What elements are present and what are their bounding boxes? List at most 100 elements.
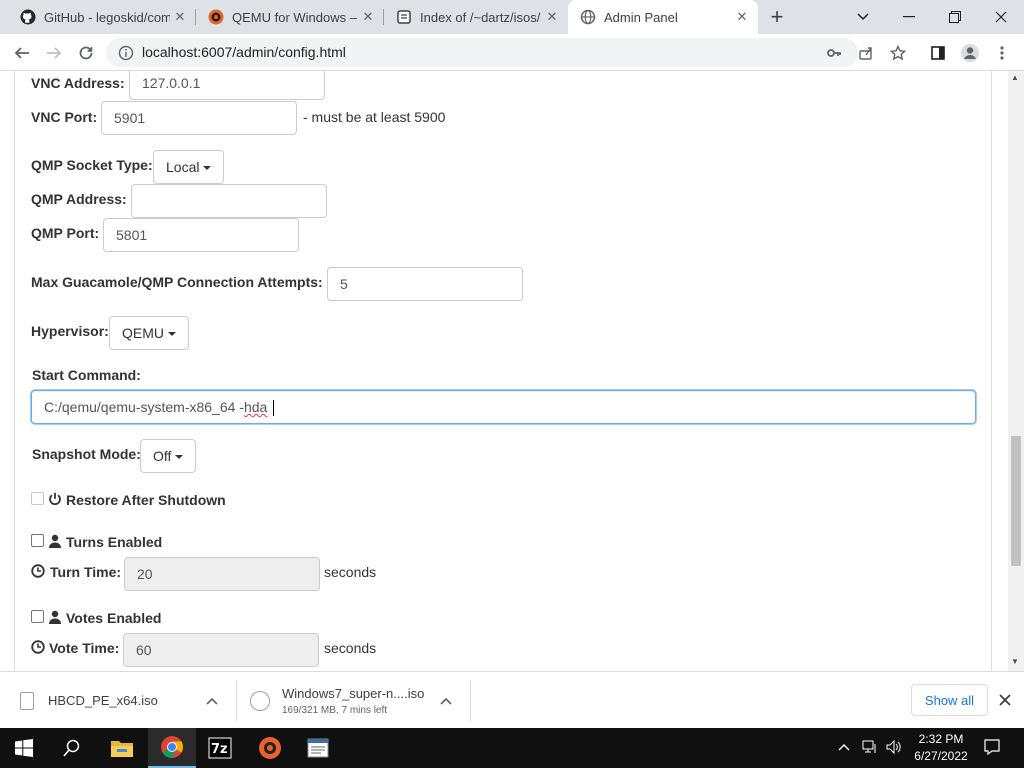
text-cursor [273, 400, 275, 417]
download-filename: Windows7_super-n....iso [282, 685, 425, 701]
vnc-address-input[interactable]: 127.0.0.1 [129, 71, 325, 100]
site-info-icon[interactable] [118, 45, 134, 66]
tab-search-icon[interactable] [840, 0, 886, 34]
download-filename: HBCD_PE_x64.iso [48, 693, 158, 708]
windows-logo-icon [15, 739, 33, 757]
qmp-address-label: QMP Address: [31, 191, 127, 207]
new-tab-button[interactable]: + [764, 4, 790, 29]
tab-title: GitHub - legoskid/com [44, 9, 170, 25]
votes-enabled-checkbox[interactable] [31, 610, 44, 623]
reload-icon[interactable] [72, 39, 100, 67]
profile-avatar-icon[interactable] [956, 39, 984, 67]
app-window-icon[interactable] [294, 728, 342, 768]
qmp-port-input[interactable]: 5801 [103, 218, 299, 252]
close-tab-icon[interactable]: ✕ [358, 7, 378, 27]
clock-icon [31, 564, 45, 578]
turns-enabled-checkbox[interactable] [31, 534, 44, 547]
turns-enabled-label: Turns Enabled [66, 534, 163, 550]
search-icon[interactable] [48, 728, 96, 768]
key-icon[interactable] [820, 39, 848, 67]
dropdown-value: Local [166, 159, 200, 175]
turn-time-input[interactable]: 20 [124, 557, 320, 591]
clock-time: 2:32 PM [918, 732, 964, 746]
minimize-button[interactable] [886, 0, 932, 34]
max-connection-attempts-input[interactable]: 5 [327, 267, 523, 301]
snapshot-mode-label: Snapshot Mode: [32, 446, 141, 462]
tab-admin-panel[interactable]: Admin Panel ✕ [568, 0, 758, 34]
windows-taskbar: 7z 2:32 PM 6/27/2022 [0, 728, 1024, 768]
hypervisor-dropdown[interactable]: QEMU [109, 316, 189, 350]
close-tab-icon[interactable]: ✕ [732, 7, 752, 27]
download-item[interactable]: HBCD_PE_x64.iso [20, 672, 158, 729]
address-bar[interactable]: localhost:6007/admin/config.html [106, 38, 858, 67]
show-all-downloads-button[interactable]: Show all [911, 684, 988, 716]
close-tab-icon[interactable]: ✕ [170, 7, 190, 27]
forward-icon[interactable] [40, 39, 68, 67]
tab-title: QEMU for Windows – I [232, 9, 358, 25]
restore-after-shutdown-checkbox[interactable] [31, 492, 44, 505]
start-button[interactable] [0, 728, 48, 768]
vote-time-input[interactable]: 60 [123, 633, 319, 667]
caret-down-icon [175, 455, 184, 460]
more-menu-icon[interactable] [988, 39, 1016, 67]
volume-icon[interactable] [886, 739, 902, 757]
votes-enabled-label: Votes Enabled [66, 610, 162, 626]
chevron-up-icon[interactable] [206, 694, 218, 708]
start-command-input[interactable]: C:/qemu/qemu-system-x86_64 -hda [31, 390, 976, 424]
download-shelf: HBCD_PE_x64.iso Windows7_super-n....iso … [0, 671, 1024, 728]
misspelled-word: hda [243, 399, 268, 415]
tab-title: Index of /~dartz/isos/ [420, 9, 541, 25]
file-explorer-icon[interactable] [98, 728, 146, 768]
qmp-socket-type-dropdown[interactable]: Local [153, 150, 225, 184]
close-shelf-icon[interactable] [998, 693, 1012, 712]
network-icon[interactable] [862, 740, 878, 757]
scrollbar-thumb[interactable] [1011, 436, 1021, 566]
download-item[interactable]: Windows7_super-n....iso 169/321 MB, 7 mi… [250, 672, 424, 729]
tab-isos[interactable]: Index of /~dartz/isos/ ✕ [384, 0, 568, 34]
github-icon [20, 9, 36, 25]
tab-title: Admin Panel [604, 9, 678, 25]
side-panel-icon[interactable] [924, 39, 952, 67]
bookmark-star-icon[interactable] [884, 39, 912, 67]
close-window-button[interactable] [978, 0, 1024, 34]
max-connection-attempts-label: Max Guacamole/QMP Connection Attempts: [31, 274, 323, 290]
back-icon[interactable] [8, 39, 36, 67]
scroll-up-arrow-icon[interactable]: ▲ [1011, 73, 1019, 82]
vote-time-unit: seconds [324, 640, 377, 656]
snapshot-mode-dropdown[interactable]: Off [140, 439, 197, 473]
share-icon[interactable] [852, 39, 880, 67]
7zip-icon[interactable]: 7z [196, 728, 244, 768]
chrome-taskbar-icon[interactable] [148, 728, 196, 768]
notifications-icon[interactable] [984, 739, 1000, 758]
vnc-port-input[interactable]: 5901 [101, 101, 297, 135]
close-tab-icon[interactable]: ✕ [542, 7, 562, 27]
vnc-port-label: VNC Port: [31, 109, 98, 125]
chevron-up-icon[interactable] [440, 694, 452, 708]
svg-text:7z: 7z [211, 742, 228, 757]
qemu-taskbar-icon[interactable] [246, 728, 294, 768]
globe-icon [580, 9, 596, 25]
scroll-down-arrow-icon[interactable]: ▼ [1011, 657, 1019, 666]
restore-button[interactable] [932, 0, 978, 34]
caret-down-icon [203, 166, 212, 171]
qmp-port-label: QMP Port: [31, 225, 100, 241]
page-scrollbar[interactable]: ▲ ▼ [1008, 71, 1024, 671]
user-icon [49, 610, 61, 624]
show-hidden-icons-chevron-icon[interactable] [838, 740, 850, 754]
url-text: localhost:6007/admin/config.html [142, 44, 346, 60]
turn-time-unit: seconds [324, 564, 377, 580]
start-command-text-suffix [267, 399, 271, 415]
start-command-label: Start Command: [32, 367, 141, 383]
user-icon [49, 534, 61, 548]
tab-qemu[interactable]: QEMU for Windows – I ✕ [196, 0, 384, 34]
system-clock[interactable]: 2:32 PM 6/27/2022 [910, 731, 972, 765]
tab-github[interactable]: GitHub - legoskid/com ✕ [8, 0, 196, 34]
caret-down-icon [168, 332, 176, 337]
page-viewport: VNC Address: 127.0.0.1 VNC Port: 5901 - … [0, 71, 1024, 671]
start-command-text: C:/qemu/qemu-system-x86_64 - [44, 399, 244, 415]
restore-after-shutdown-label: Restore After Shutdown [66, 492, 226, 508]
qmp-socket-type-label: QMP Socket Type: [31, 157, 153, 173]
qmp-address-input[interactable] [131, 184, 327, 218]
file-icon [20, 691, 34, 710]
turn-time-label: Turn Time: [50, 564, 122, 580]
